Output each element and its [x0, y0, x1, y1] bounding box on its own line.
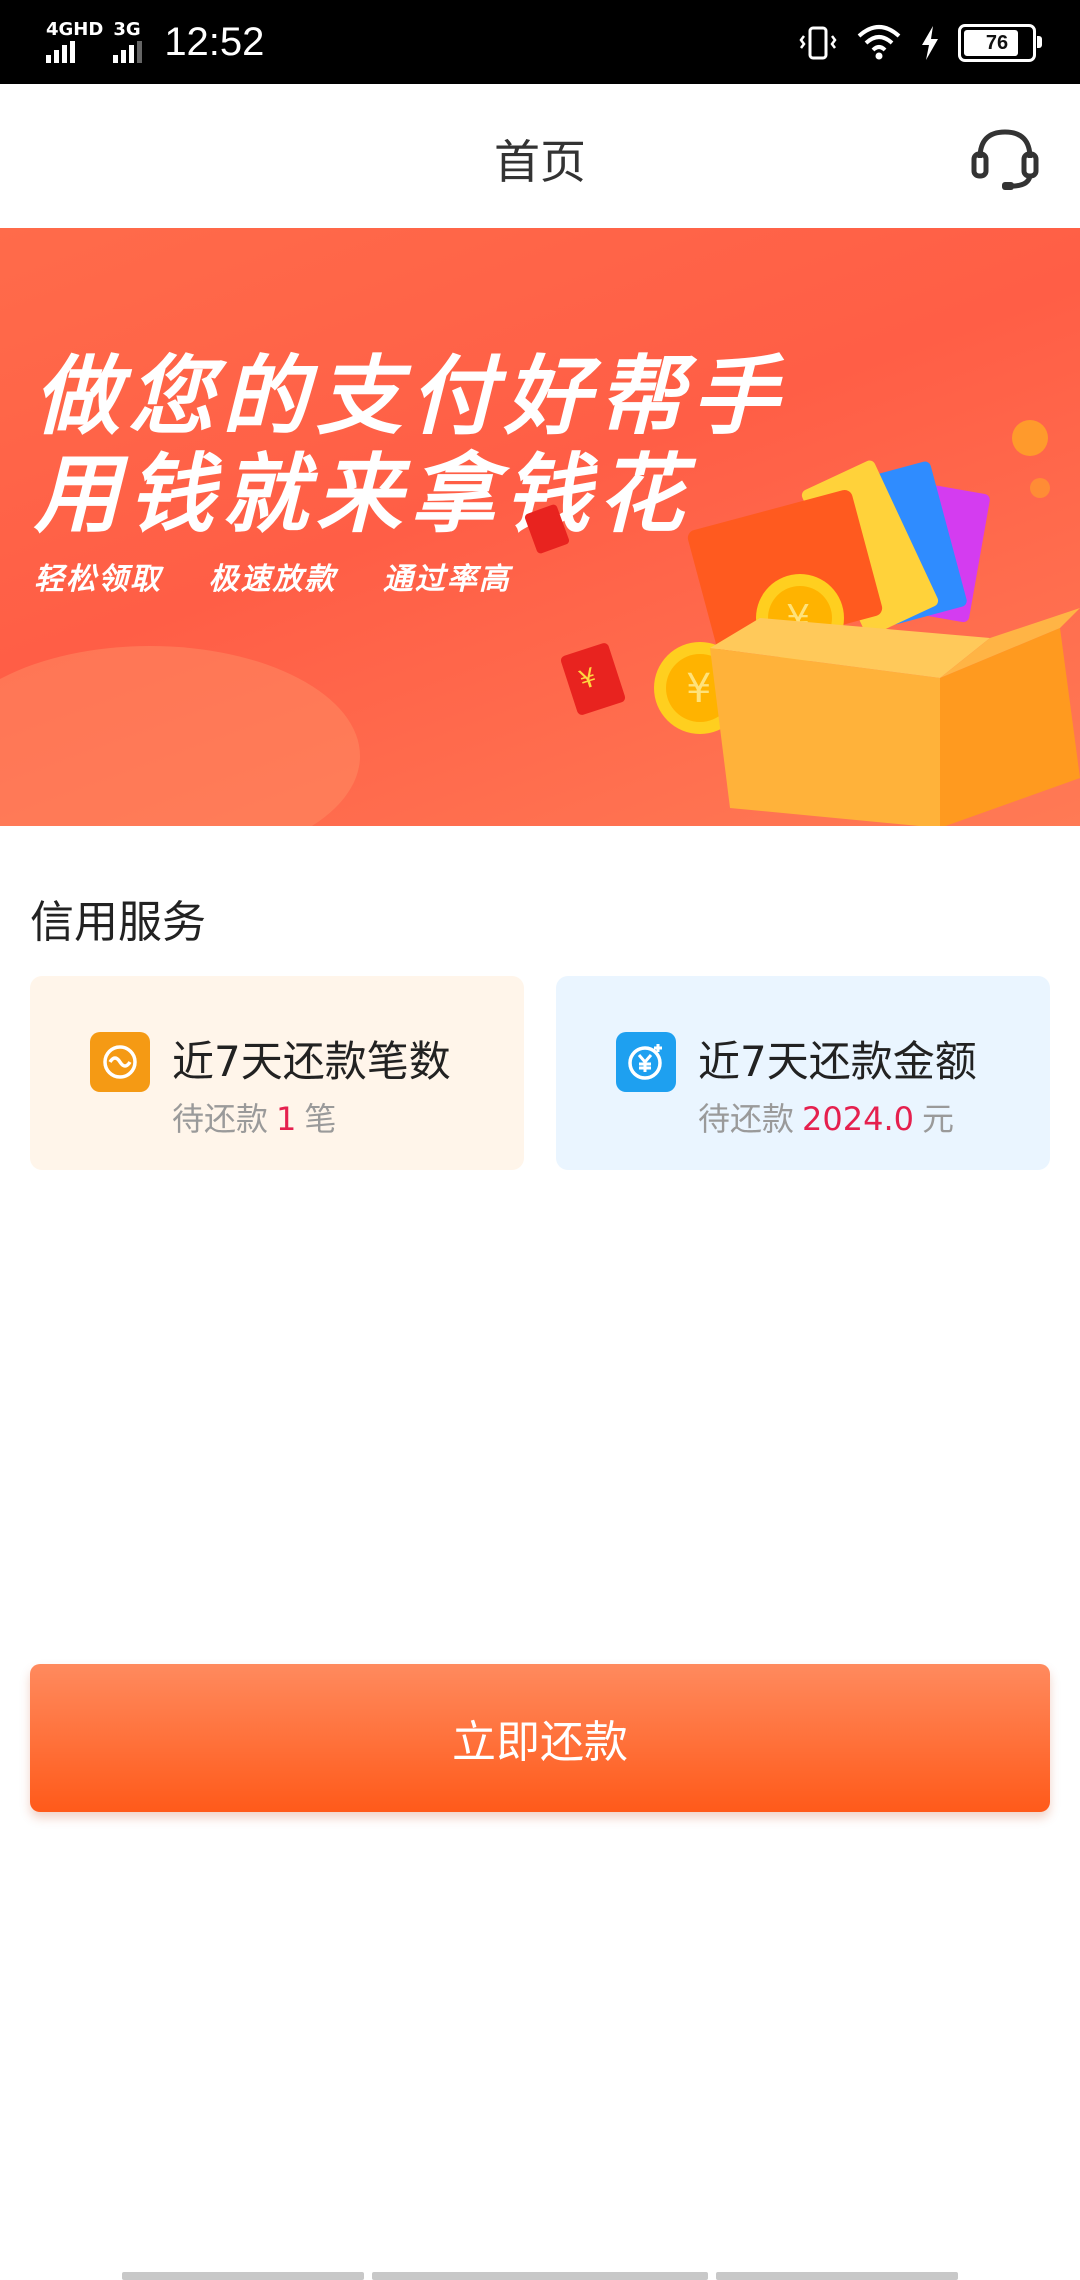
yuan-amount-icon: [616, 1032, 676, 1092]
pending-amount-value: 2024.0: [802, 1100, 914, 1138]
repayment-amount-card[interactable]: 近7天还款金额 待还款 2024.0 元: [556, 976, 1050, 1170]
app-header: 首页: [0, 84, 1080, 228]
card-subtitle: 待还款 2024.0 元: [698, 1094, 954, 1140]
battery-level: 76: [985, 31, 1009, 54]
status-left: 4GHD 3G 12:52: [46, 14, 264, 70]
promo-banner[interactable]: 做您的支付好帮手 用钱就来拿钱花 轻松领取 极速放款 通过率高 ¥ ¥ ¥: [0, 228, 1080, 826]
signal-bars-icon: [113, 41, 143, 63]
card-title: 近7天还款金额: [698, 1037, 977, 1086]
banner-tag: 轻松领取: [34, 562, 162, 597]
card-unit: 元: [921, 1100, 954, 1138]
card-prefix: 待还款: [698, 1100, 795, 1138]
network-label-3g: 3G: [113, 19, 141, 40]
battery-icon: 76: [958, 24, 1042, 62]
repay-now-button[interactable]: 立即还款: [30, 1664, 1050, 1812]
card-unit: 笔: [304, 1100, 337, 1138]
charging-icon: [922, 26, 938, 60]
banner-tag: 通过率高: [382, 562, 511, 597]
svg-text:¥: ¥: [686, 666, 711, 712]
repayment-count-icon: [90, 1032, 150, 1092]
signal-4g: 4GHD: [46, 21, 103, 63]
pending-count-value: 1: [276, 1100, 297, 1138]
signal-bars-icon: [46, 41, 75, 63]
banner-tags: 轻松领取 极速放款 通过率高: [34, 554, 545, 598]
signal-3g: 3G: [113, 19, 143, 63]
section-title-credit-service: 信用服务: [30, 897, 206, 948]
clock: 12:52: [164, 19, 265, 64]
network-label-4g: 4GHD: [46, 19, 104, 40]
bottom-indicator: [0, 2270, 1080, 2280]
page-title: 首页: [494, 135, 586, 189]
wifi-icon: [857, 25, 901, 60]
gift-box-illustration: ¥ ¥ ¥: [524, 420, 1080, 826]
status-bar: 4GHD 3G 12:52 76: [0, 0, 1080, 84]
headset-icon[interactable]: [968, 120, 1042, 194]
card-title: 近7天还款笔数: [172, 1037, 451, 1086]
status-right: 76: [798, 18, 1042, 68]
card-subtitle: 待还款 1 笔: [172, 1094, 336, 1140]
vibrate-icon: [799, 26, 837, 60]
card-prefix: 待还款: [172, 1100, 269, 1138]
repayment-count-card[interactable]: 近7天还款笔数 待还款 1 笔: [30, 976, 524, 1170]
banner-tag: 极速放款: [208, 562, 337, 597]
